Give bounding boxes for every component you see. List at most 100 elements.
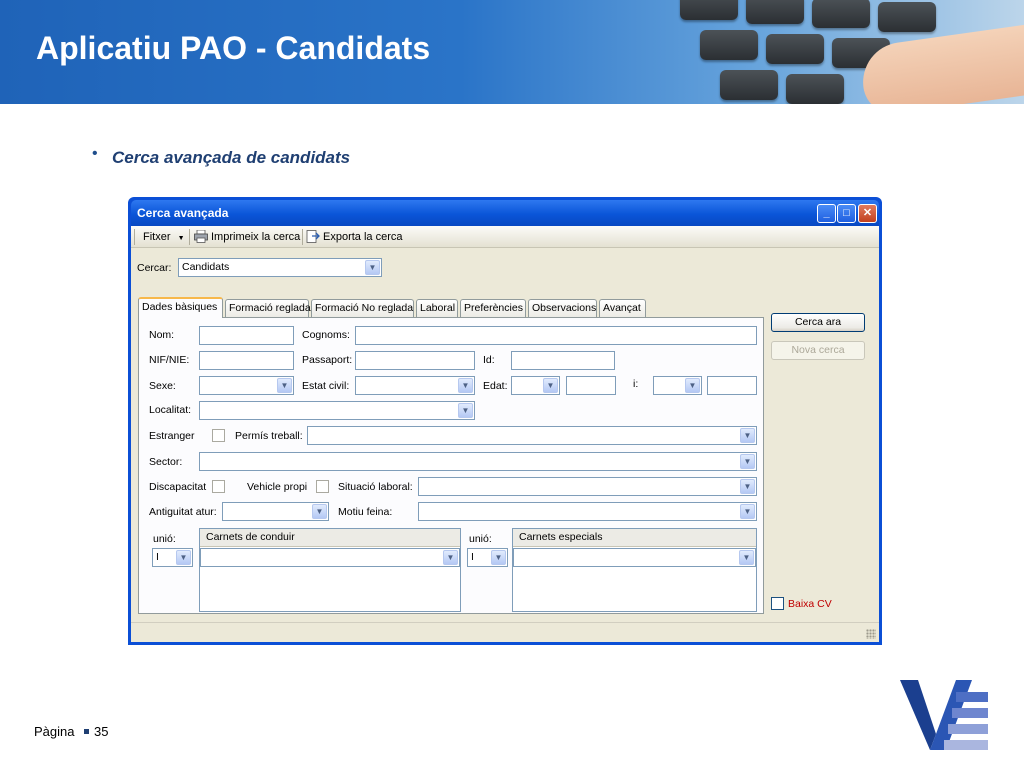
vehicle-propi-label: Vehicle propi [247, 481, 308, 493]
basic-data-panel: Nom: Cognoms: NIF/NIE: Passaport: Id: Se… [138, 317, 764, 614]
tab-laboral[interactable]: Laboral [416, 299, 458, 317]
situacio-laboral-label: Situació laboral: [338, 481, 413, 493]
tab-avancat[interactable]: Avançat [599, 299, 646, 317]
edat-from-field[interactable] [566, 376, 616, 395]
baixa-cv-checkbox[interactable] [771, 597, 784, 610]
toolbar-separator [302, 229, 303, 245]
tab-formacio-no-reglada[interactable]: Formació No reglada [311, 299, 414, 317]
carnets-especials-header: Carnets especials [513, 529, 756, 547]
cognoms-label: Cognoms: [302, 329, 350, 341]
chevron-down-icon: ▼ [177, 235, 185, 242]
nom-field[interactable] [199, 326, 294, 345]
chevron-down-icon[interactable]: ▼ [176, 550, 191, 565]
print-search-button[interactable]: Imprimeix la cerca [211, 231, 300, 243]
sector-select[interactable]: ▼ [199, 452, 757, 471]
antiguitat-atur-select[interactable]: ▼ [222, 502, 329, 521]
carnets-conduir-select[interactable]: ▼ [200, 548, 460, 567]
bullet-text: Cerca avançada de candidats [112, 148, 351, 167]
cognoms-field[interactable] [355, 326, 757, 345]
window-titlebar[interactable]: Cerca avançada _ □ ✕ [131, 200, 879, 226]
file-menu[interactable]: Fitxer ▼ [143, 231, 185, 243]
estranger-label: Estranger [149, 430, 195, 442]
carnets-especials-select[interactable]: ▼ [513, 548, 756, 567]
chevron-down-icon[interactable]: ▼ [740, 428, 755, 443]
chevron-down-icon[interactable]: ▼ [739, 550, 754, 565]
nif-field[interactable] [199, 351, 294, 370]
tab-observacions[interactable]: Observacions [528, 299, 597, 317]
chevron-down-icon[interactable]: ▼ [740, 454, 755, 469]
unio-2-select[interactable]: I ▼ [467, 548, 508, 567]
nif-label: NIF/NIE: [149, 354, 190, 366]
new-search-button[interactable]: Nova cerca [771, 341, 865, 360]
sexe-label: Sexe: [149, 380, 176, 392]
estat-civil-select[interactable]: ▼ [355, 376, 475, 395]
carnets-conduir-list[interactable]: Carnets de conduir ▼ [199, 528, 461, 612]
nom-label: Nom: [149, 329, 175, 341]
slide-header: Aplicatiu PAO - Candidats [0, 0, 1024, 104]
slide-title: Aplicatiu PAO - Candidats [36, 30, 431, 66]
search-type-label: Cercar: [137, 262, 172, 274]
carnets-conduir-header: Carnets de conduir [200, 529, 460, 547]
chevron-down-icon[interactable]: ▼ [443, 550, 458, 565]
edat-to-field[interactable] [707, 376, 757, 395]
printer-icon [194, 230, 208, 243]
chevron-down-icon[interactable]: ▼ [491, 550, 506, 565]
unio-1-value: I [156, 551, 159, 563]
motiu-feina-select[interactable]: ▼ [418, 502, 757, 521]
chevron-down-icon[interactable]: ▼ [277, 378, 292, 393]
antiguitat-atur-label: Antiguitat atur: [149, 506, 217, 518]
toolbar-grip [134, 229, 135, 245]
edat-and-label: i: [633, 378, 639, 390]
permis-treball-label: Permís treball: [235, 430, 303, 442]
search-type-select[interactable]: Candidats ▼ [178, 258, 382, 277]
tab-formacio-reglada[interactable]: Formació reglada [225, 299, 311, 317]
chevron-down-icon[interactable]: ▼ [740, 479, 755, 494]
sexe-select[interactable]: ▼ [199, 376, 294, 395]
edat-operator-select[interactable]: ▼ [511, 376, 560, 395]
situacio-laboral-select[interactable]: ▼ [418, 477, 757, 496]
discapacitat-checkbox[interactable] [212, 480, 225, 493]
page-label: Pàgina [34, 724, 75, 739]
status-bar [131, 622, 879, 642]
search-now-button[interactable]: Cerca ara [771, 313, 865, 332]
unio-1-label: unió: [153, 533, 176, 545]
chevron-down-icon[interactable]: ▼ [312, 504, 327, 519]
bullet-dot: • [92, 145, 98, 162]
export-icon [306, 230, 320, 243]
chevron-down-icon[interactable]: ▼ [740, 504, 755, 519]
chevron-down-icon[interactable]: ▼ [365, 260, 380, 275]
resize-grip-icon[interactable] [866, 629, 876, 639]
sector-label: Sector: [149, 456, 183, 468]
window-client: Fitxer ▼ Imprimeix la cerca Exporta la c… [131, 226, 879, 642]
tab-dades-basiques[interactable]: Dades bàsiques [138, 297, 223, 318]
close-button[interactable]: ✕ [858, 204, 877, 223]
page-separator-icon [84, 729, 89, 734]
chevron-down-icon[interactable]: ▼ [685, 378, 700, 393]
toolbar-separator [189, 229, 190, 245]
unio-2-value: I [471, 551, 474, 563]
search-type-value: Candidats [182, 261, 230, 273]
localitat-select[interactable]: ▼ [199, 401, 475, 420]
advanced-search-window: Cerca avançada _ □ ✕ Fitxer ▼ Imprimeix … [128, 197, 882, 645]
id-field[interactable] [511, 351, 615, 370]
passaport-field[interactable] [355, 351, 475, 370]
export-search-button[interactable]: Exporta la cerca [323, 231, 402, 243]
toolbar: Fitxer ▼ Imprimeix la cerca Exporta la c… [131, 226, 879, 248]
minimize-button[interactable]: _ [817, 204, 836, 223]
permis-treball-select[interactable]: ▼ [307, 426, 757, 445]
discapacitat-label: Discapacitat [149, 481, 207, 493]
chevron-down-icon[interactable]: ▼ [543, 378, 558, 393]
edat-operator2-select[interactable]: ▼ [653, 376, 702, 395]
baixa-cv-label: Baixa CV [788, 598, 832, 610]
tab-preferencies[interactable]: Preferències [460, 299, 526, 317]
unio-2-label: unió: [469, 533, 492, 545]
chevron-down-icon[interactable]: ▼ [458, 378, 473, 393]
maximize-button[interactable]: □ [837, 204, 856, 223]
page-number: 35 [94, 724, 109, 739]
unio-1-select[interactable]: I ▼ [152, 548, 193, 567]
estranger-checkbox[interactable] [212, 429, 225, 442]
chevron-down-icon[interactable]: ▼ [458, 403, 473, 418]
carnets-especials-list[interactable]: Carnets especials ▼ [512, 528, 757, 612]
edat-label: Edat: [483, 380, 508, 392]
vehicle-propi-checkbox[interactable] [316, 480, 329, 493]
